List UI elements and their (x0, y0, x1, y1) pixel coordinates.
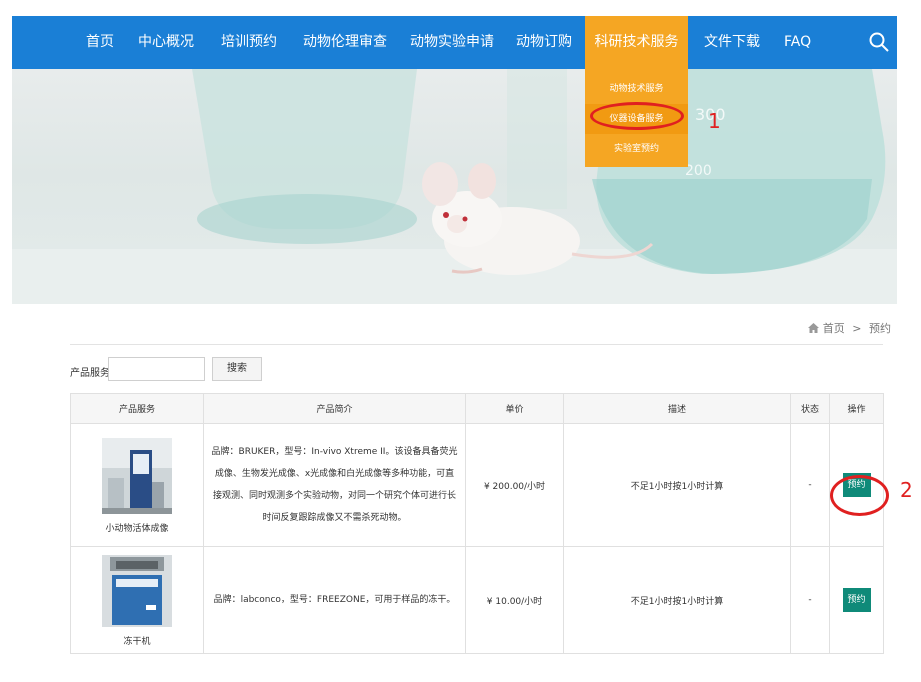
breadcrumb: 首页 > 预约 (808, 320, 891, 336)
annotation-circle-1 (590, 102, 684, 130)
annotation-circle-2 (830, 475, 889, 516)
header-description: 描述 (563, 393, 791, 424)
nav-item-center-overview[interactable]: 中心概况 (138, 16, 194, 69)
product-search-input[interactable] (108, 357, 205, 381)
nav-item-home[interactable]: 首页 (86, 16, 114, 69)
header-status: 状态 (790, 393, 830, 424)
product-intro: 品牌：BRUKER，型号：In-vivo Xtreme II。该设备具备荧光成像… (203, 423, 466, 547)
annotation-number-1: 1 (708, 109, 721, 133)
search-button[interactable]: 搜索 (212, 357, 262, 381)
header-action: 操作 (829, 393, 884, 424)
hero-banner: 300 200 (12, 69, 897, 304)
home-icon (808, 323, 820, 333)
header-price: 单价 (465, 393, 564, 424)
product-cell: 小动物活体成像 (70, 423, 204, 547)
product-cell: 冻干机 (70, 546, 204, 654)
book-button[interactable]: 预约 (842, 588, 871, 612)
product-name: 小动物活体成像 (105, 524, 169, 534)
search-label: 产品服务 (70, 368, 110, 379)
product-description: 不足1小时按1小时计算 (563, 423, 791, 547)
product-status: - (790, 423, 830, 547)
header-intro: 产品简介 (203, 393, 466, 424)
nav-item-downloads[interactable]: 文件下载 (704, 16, 760, 69)
lab-mouse-illustration: 300 200 (12, 69, 897, 304)
table-row: 小动物活体成像 品牌：BRUKER，型号：In-vivo Xtreme II。该… (70, 423, 884, 547)
header-product: 产品服务 (70, 393, 204, 424)
product-price: ¥ 200.00/小时 (465, 423, 564, 547)
product-price: ¥ 10.00/小时 (465, 546, 564, 654)
search-icon[interactable] (867, 30, 891, 54)
nav-item-ethics-review[interactable]: 动物伦理审查 (303, 16, 387, 69)
dropdown-item-lab-booking[interactable]: 实验室预约 (585, 134, 688, 164)
nav-item-faq[interactable]: FAQ (784, 16, 811, 69)
breadcrumb-home[interactable]: 首页 (823, 322, 845, 335)
table-row: 冻干机 品牌：labconco，型号：FREEZONE，可用于样品的冻干。 ¥ … (70, 546, 884, 654)
nav-item-animal-ordering[interactable]: 动物订购 (516, 16, 572, 69)
beaker-mark-200: 200 (685, 163, 712, 179)
dropdown-item-animal-tech[interactable]: 动物技术服务 (585, 74, 688, 104)
product-intro: 品牌：labconco，型号：FREEZONE，可用于样品的冻干。 (203, 546, 466, 654)
action-cell: 预约 (829, 546, 884, 654)
annotation-number-2: 2 (900, 478, 913, 502)
product-description: 不足1小时按1小时计算 (563, 546, 791, 654)
breadcrumb-separator: > (852, 322, 862, 335)
breadcrumb-current: 预约 (869, 322, 891, 335)
product-name: 冻干机 (123, 637, 151, 647)
divider (70, 344, 883, 345)
nav-item-research-services[interactable]: 科研技术服务 (585, 16, 688, 69)
freeze-dryer-image[interactable] (102, 555, 172, 630)
nav-item-experiment-application[interactable]: 动物实验申请 (410, 16, 494, 69)
table-header-row: 产品服务 产品简介 单价 描述 状态 操作 (70, 393, 884, 424)
nav-item-training-booking[interactable]: 培训预约 (221, 16, 277, 69)
main-navbar: 首页 中心概况 培训预约 动物伦理审查 动物实验申请 动物订购 科研技术服务 文… (12, 16, 897, 69)
imaging-system-image[interactable] (102, 438, 172, 517)
product-status: - (790, 546, 830, 654)
product-table: 产品服务 产品简介 单价 描述 状态 操作 小动物活体成像 品牌：BRUKER，… (70, 393, 884, 654)
